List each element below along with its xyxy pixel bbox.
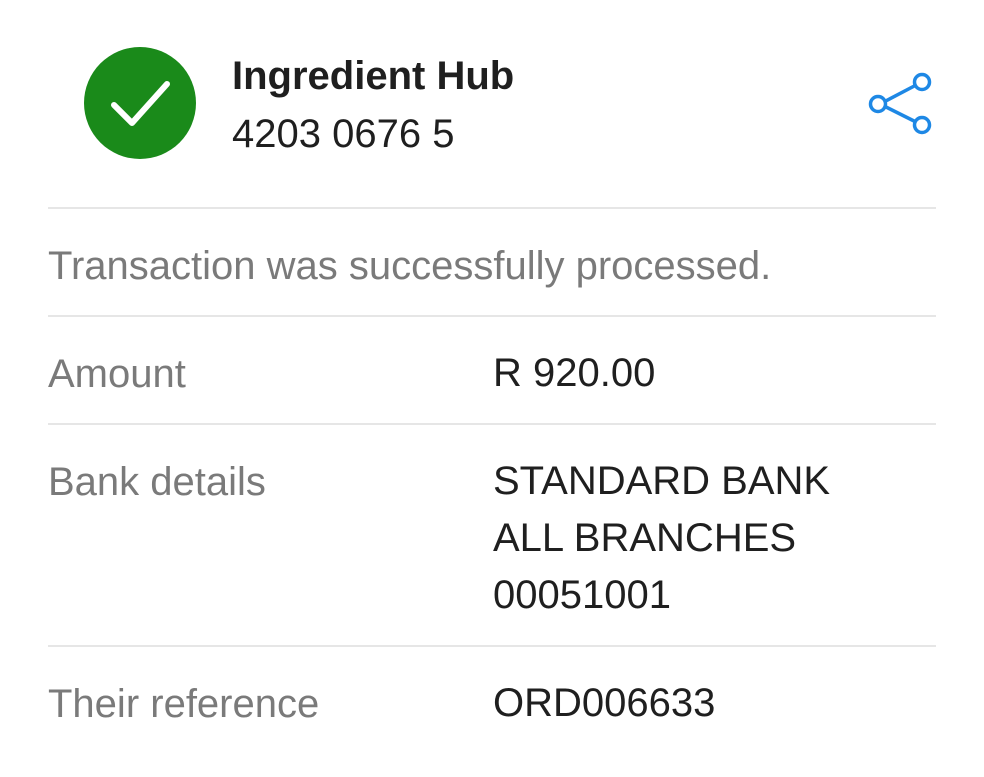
bank-code: 00051001 [493,573,671,617]
status-message: Transaction was successfully processed. [48,244,772,288]
bank-name: STANDARD BANK [493,459,831,503]
reference-label: Their reference [48,682,320,726]
share-icon [868,72,932,135]
divider [48,207,936,209]
bank-branch: ALL BRANCHES [493,516,797,560]
amount-value: R 920.00 [493,351,656,395]
transaction-header: Ingredient Hub 4203 0676 5 [0,0,984,208]
share-button[interactable] [862,70,938,138]
amount-label: Amount [48,352,186,396]
bank-details-label: Bank details [48,460,266,504]
divider [48,315,936,317]
checkmark-icon [111,81,170,126]
success-status-icon [84,47,196,159]
divider [48,423,936,425]
divider [48,645,936,647]
recipient-name: Ingredient Hub [232,54,515,98]
reference-value: ORD006633 [493,681,716,725]
account-number: 4203 0676 5 [232,112,455,156]
